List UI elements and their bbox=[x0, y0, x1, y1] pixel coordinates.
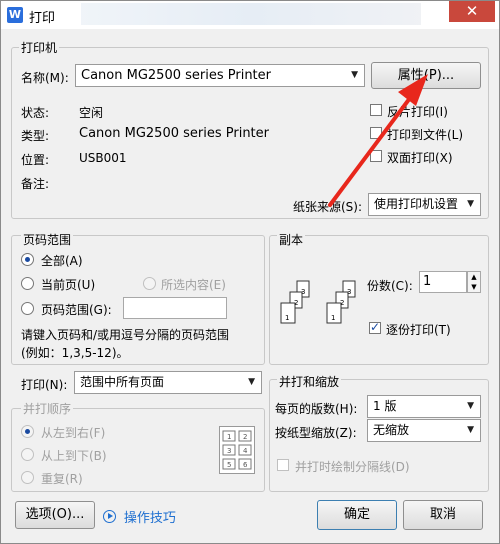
annotation-arrow-icon bbox=[328, 74, 428, 207]
